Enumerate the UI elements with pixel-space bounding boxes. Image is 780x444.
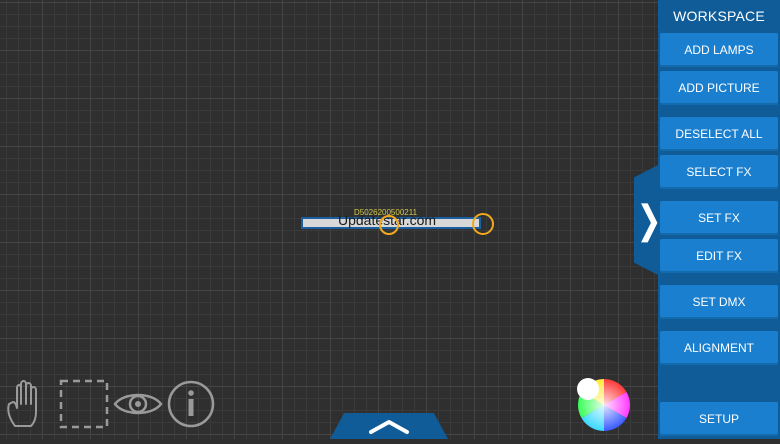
set-fx-button[interactable]: SET FX xyxy=(660,201,778,235)
bottom-drawer-tab[interactable] xyxy=(330,413,448,439)
setup-button[interactable]: SETUP xyxy=(660,402,778,436)
info-icon[interactable] xyxy=(166,379,216,429)
fixture-center-handle[interactable] xyxy=(379,215,399,235)
color-wheel-icon[interactable] xyxy=(574,375,632,433)
panel-collapse-tab[interactable]: ❯ xyxy=(634,164,660,276)
hand-icon[interactable] xyxy=(5,378,49,430)
workspace-canvas[interactable]: D5026200500211 Updatestar.com xyxy=(0,0,658,439)
alignment-button[interactable]: ALIGNMENT xyxy=(660,331,778,365)
select-fx-button[interactable]: SELECT FX xyxy=(660,155,778,189)
eye-icon[interactable] xyxy=(112,386,164,422)
select-rectangle-icon[interactable] xyxy=(58,378,110,430)
workspace-panel: WORKSPACE ADD LAMPS ADD PICTURE DESELECT… xyxy=(658,0,780,439)
add-lamps-button[interactable]: ADD LAMPS xyxy=(660,33,778,67)
deselect-all-button[interactable]: DESELECT ALL xyxy=(660,117,778,151)
color-picker-knob[interactable] xyxy=(577,378,599,400)
edit-fx-button[interactable]: EDIT FX xyxy=(660,239,778,273)
fixture-end-handle[interactable] xyxy=(472,213,494,235)
panel-title: WORKSPACE xyxy=(673,8,765,24)
add-picture-button[interactable]: ADD PICTURE xyxy=(660,71,778,105)
set-dmx-button[interactable]: SET DMX xyxy=(660,285,778,319)
chevron-up-icon xyxy=(369,420,409,434)
